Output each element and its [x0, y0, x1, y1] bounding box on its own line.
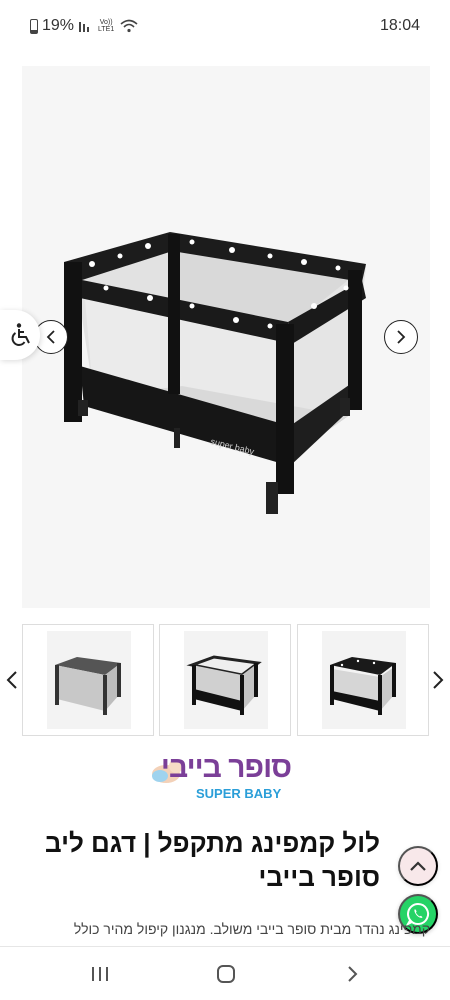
- clock: 18:04: [379, 17, 420, 34]
- thumbnail-1-graphic: [55, 657, 121, 715]
- thumbnail-grey-playpen[interactable]: [22, 624, 154, 736]
- thumbnail-strip: [0, 624, 450, 736]
- system-nav-bar: [0, 946, 450, 1000]
- network-volte: Vo)): [99, 19, 113, 26]
- battery-icon: [30, 18, 38, 34]
- signal-icon: [79, 22, 90, 32]
- status-left: 19% Vo)) LTE1: [30, 17, 138, 35]
- thumbnail-1-image: [47, 631, 131, 729]
- thumbnail-3-image: [322, 631, 406, 729]
- scroll-to-top-button[interactable]: [398, 846, 438, 886]
- battery-level: 19%: [42, 17, 75, 34]
- chevron-left-icon: [46, 330, 55, 344]
- thumbnail-black-white-playpen[interactable]: [159, 624, 291, 736]
- network-lte: LTE1: [98, 26, 115, 33]
- chevron-up-icon: [410, 861, 426, 871]
- thumbnails-prev-icon[interactable]: [4, 668, 20, 692]
- thumbnails-next-icon[interactable]: [430, 668, 446, 692]
- thumbnail-2-graphic: [186, 655, 262, 715]
- network-type: Vo)) LTE1: [98, 19, 114, 33]
- product-description: קמפינג נהדר מבית סופר בייבי משולב. מנגנו…: [73, 921, 430, 937]
- back-icon[interactable]: [342, 965, 362, 983]
- thumbnail-2-image: [184, 631, 268, 729]
- product-title: לול קמפינג מתקפל | דגם ליב סופר בייבי: [45, 828, 380, 892]
- recent-apps-icon[interactable]: [90, 965, 110, 983]
- brand-logo[interactable]: סופר בייבי SUPER BABY: [140, 752, 312, 814]
- gallery-next-button[interactable]: [384, 320, 418, 354]
- product-main-image[interactable]: super baby: [22, 66, 430, 608]
- home-icon[interactable]: [216, 965, 236, 983]
- status-bar: 19% Vo)) LTE1 18:04: [0, 0, 450, 52]
- playpen-illustration: super baby: [64, 232, 366, 514]
- wifi-icon: [120, 19, 138, 33]
- logo-hebrew-text: סופר בייבי: [160, 751, 292, 784]
- chevron-right-icon: [397, 330, 406, 344]
- thumbnail-3-graphic: [330, 657, 396, 715]
- wheelchair-icon: [11, 323, 30, 346]
- thumbnail-black-star-playpen[interactable]: [297, 624, 429, 736]
- logo-english-text: SUPER BABY: [196, 786, 282, 801]
